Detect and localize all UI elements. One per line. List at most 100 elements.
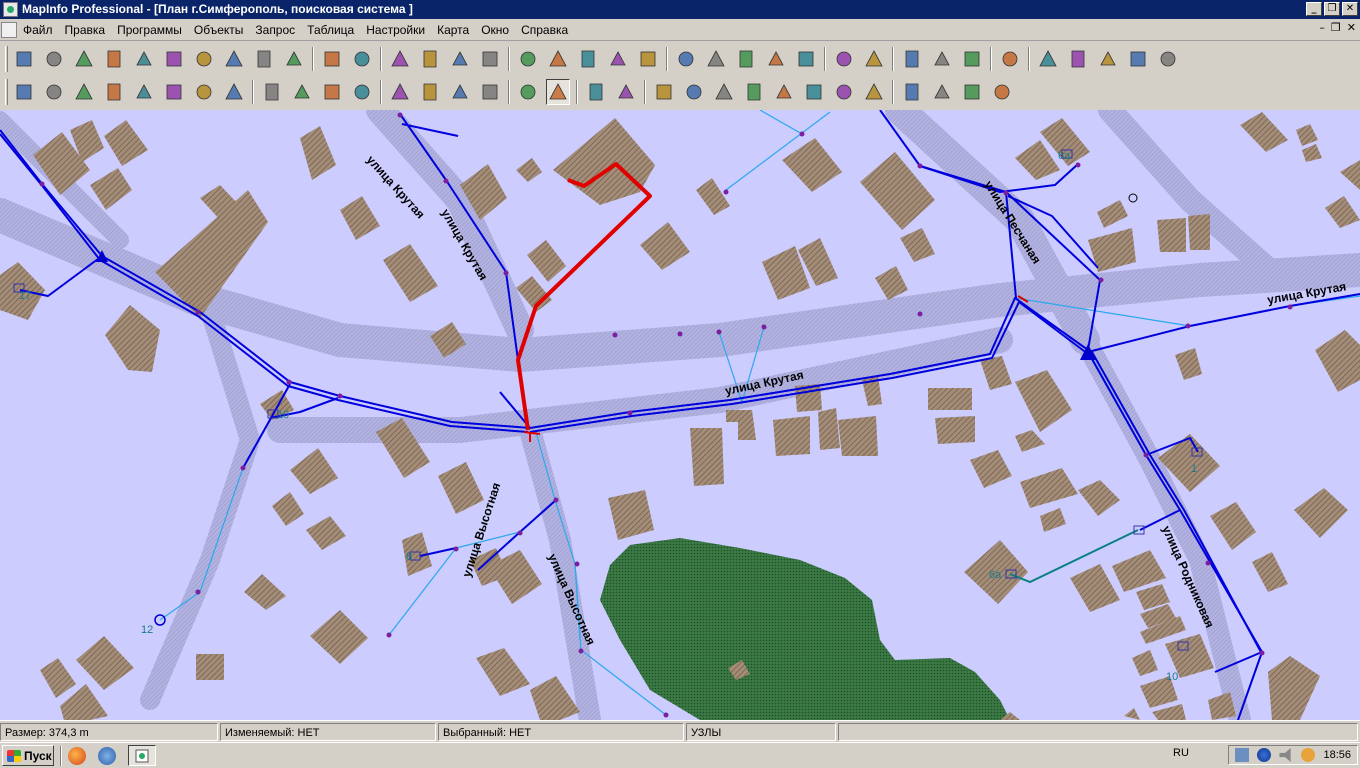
undo-button[interactable] bbox=[998, 46, 1022, 72]
frame-button[interactable] bbox=[282, 46, 306, 72]
start-button[interactable]: Пуск bbox=[2, 745, 54, 766]
pdf-button[interactable] bbox=[862, 46, 886, 72]
invert-selection-button[interactable] bbox=[192, 79, 216, 105]
save-table-button[interactable] bbox=[674, 46, 698, 72]
info-button[interactable] bbox=[388, 79, 412, 105]
menu-edit[interactable]: Правка bbox=[59, 21, 112, 39]
arrow-right-button[interactable] bbox=[900, 79, 924, 105]
geocode-button[interactable] bbox=[862, 79, 886, 105]
status-selected[interactable]: Выбранный: НЕТ bbox=[438, 722, 684, 741]
document-window-icon[interactable] bbox=[1, 21, 17, 38]
close-button[interactable]: ✕ bbox=[1342, 2, 1358, 16]
cut-button[interactable] bbox=[900, 46, 924, 72]
mdi-minimize-button[interactable]: – bbox=[1319, 21, 1325, 34]
radius-select-button[interactable] bbox=[72, 79, 96, 105]
new-layout-button[interactable] bbox=[1126, 46, 1150, 72]
unselect-button[interactable] bbox=[162, 79, 186, 105]
hotlink-button[interactable] bbox=[418, 79, 442, 105]
line-style-button[interactable] bbox=[418, 46, 442, 72]
close-table-button[interactable] bbox=[606, 46, 630, 72]
statistics-button[interactable] bbox=[614, 79, 638, 105]
menu-help[interactable]: Справка bbox=[515, 21, 574, 39]
rectangle-button[interactable] bbox=[192, 46, 216, 72]
open-table-button[interactable] bbox=[546, 46, 570, 72]
taskbar-mapinfo-button[interactable] bbox=[128, 745, 156, 766]
grabber-button[interactable] bbox=[350, 79, 374, 105]
snap-button[interactable] bbox=[12, 46, 36, 72]
clock[interactable]: 18:56 bbox=[1323, 749, 1351, 761]
open-workspace-button[interactable] bbox=[576, 46, 600, 72]
restore-button[interactable]: ❐ bbox=[1324, 2, 1340, 16]
line-button[interactable] bbox=[42, 46, 66, 72]
mdi-close-button[interactable]: ✕ bbox=[1347, 21, 1356, 34]
set-target-button[interactable] bbox=[682, 79, 706, 105]
menu-table[interactable]: Таблица bbox=[301, 21, 360, 39]
split-button[interactable] bbox=[772, 79, 796, 105]
import-button[interactable] bbox=[764, 46, 788, 72]
marquee-select-button[interactable] bbox=[42, 79, 66, 105]
change-view-button[interactable] bbox=[320, 79, 344, 105]
zoom-in-button[interactable] bbox=[260, 79, 284, 105]
polygon-button[interactable] bbox=[132, 46, 156, 72]
drag-map-button[interactable] bbox=[478, 79, 502, 105]
menu-query[interactable]: Запрос bbox=[249, 21, 301, 39]
new-mapper-button[interactable] bbox=[1066, 46, 1090, 72]
menu-options[interactable]: Настройки bbox=[360, 21, 431, 39]
arc-button[interactable] bbox=[102, 46, 126, 72]
mdi-restore-button[interactable]: ❐ bbox=[1331, 21, 1341, 34]
symbol-button[interactable] bbox=[388, 46, 412, 72]
menu-file[interactable]: Файл bbox=[17, 21, 59, 39]
combine-button[interactable] bbox=[712, 79, 736, 105]
scale-bar-button[interactable] bbox=[802, 79, 826, 105]
new-browser-button[interactable] bbox=[1036, 46, 1060, 72]
select-button[interactable] bbox=[12, 79, 36, 105]
region-style-button[interactable] bbox=[448, 46, 472, 72]
new-graph-button[interactable] bbox=[1096, 46, 1120, 72]
volume-icon[interactable] bbox=[1279, 748, 1291, 762]
ellipse-button[interactable] bbox=[162, 46, 186, 72]
security-icon[interactable] bbox=[1257, 748, 1272, 762]
label-button[interactable] bbox=[448, 79, 472, 105]
new-table-button[interactable] bbox=[516, 46, 540, 72]
zoom-out-button[interactable] bbox=[290, 79, 314, 105]
export-button[interactable] bbox=[794, 46, 818, 72]
text-style-button[interactable] bbox=[478, 46, 502, 72]
arrow-up-button[interactable] bbox=[930, 79, 954, 105]
polyline-button[interactable] bbox=[72, 46, 96, 72]
graph-select-button[interactable] bbox=[222, 79, 246, 105]
layer-control-button[interactable] bbox=[516, 79, 540, 105]
boundary-select-button[interactable] bbox=[132, 79, 156, 105]
ruler-button[interactable] bbox=[546, 79, 570, 105]
firefox-icon[interactable] bbox=[68, 746, 86, 765]
erase-button[interactable] bbox=[742, 79, 766, 105]
clip-region-button[interactable] bbox=[652, 79, 676, 105]
save-workspace-button[interactable] bbox=[734, 46, 758, 72]
status-layer[interactable]: УЗЛЫ bbox=[686, 722, 836, 741]
menu-objects[interactable]: Объекты bbox=[188, 21, 250, 39]
language-indicator[interactable]: RU bbox=[1173, 747, 1189, 759]
print-button[interactable] bbox=[832, 46, 856, 72]
copy-button[interactable] bbox=[930, 46, 954, 72]
menu-window[interactable]: Окно bbox=[475, 21, 515, 39]
rounded-rect-button[interactable] bbox=[222, 46, 246, 72]
redistrict-button[interactable] bbox=[1156, 46, 1180, 72]
map-window[interactable]: улица Крутая улица Крутая улица Крутая у… bbox=[0, 110, 1360, 720]
tool-launch-icon[interactable] bbox=[98, 746, 116, 765]
cosmetic-layer-button[interactable] bbox=[832, 79, 856, 105]
menu-map[interactable]: Карта bbox=[431, 21, 475, 39]
polygon-select-button[interactable] bbox=[102, 79, 126, 105]
legend-button[interactable] bbox=[584, 79, 608, 105]
minimize-button[interactable]: _ bbox=[1306, 2, 1322, 16]
reshape-button[interactable] bbox=[320, 46, 344, 72]
network-icon[interactable] bbox=[1235, 748, 1250, 762]
paste-button[interactable] bbox=[960, 46, 984, 72]
status-editable[interactable]: Изменяемый: НЕТ bbox=[220, 722, 436, 741]
add-node-button[interactable] bbox=[350, 46, 374, 72]
arrow-left-button[interactable] bbox=[960, 79, 984, 105]
close-all-button[interactable] bbox=[636, 46, 660, 72]
mapinfo-app-icon[interactable] bbox=[3, 2, 18, 17]
arrow-down-button[interactable] bbox=[990, 79, 1014, 105]
save-copy-button[interactable] bbox=[704, 46, 728, 72]
text-button[interactable] bbox=[252, 46, 276, 72]
updates-icon[interactable] bbox=[1301, 748, 1316, 762]
